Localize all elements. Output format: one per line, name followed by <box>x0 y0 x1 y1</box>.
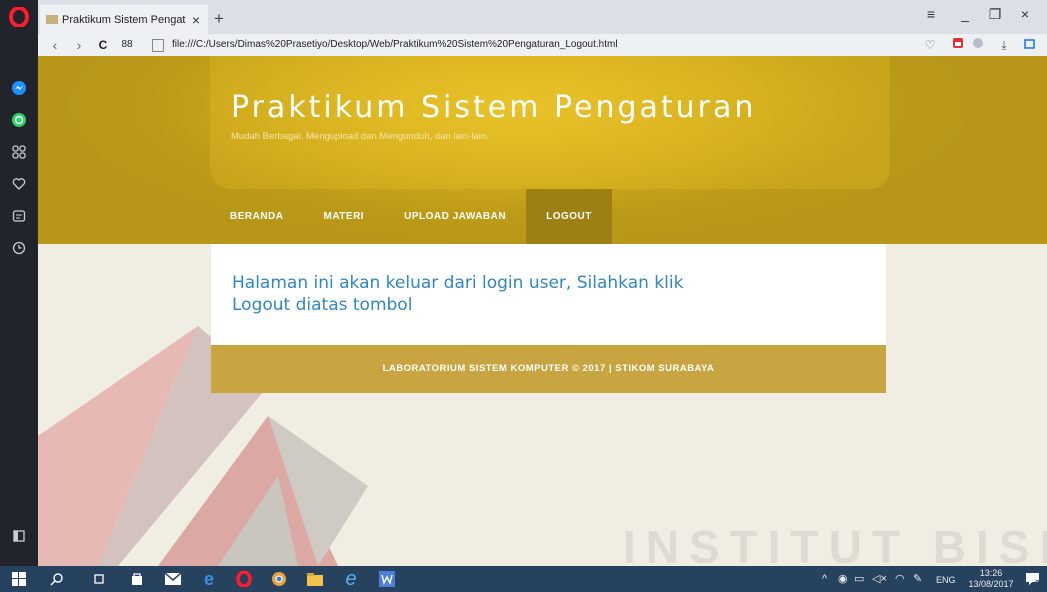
web-page: Praktikum Sistem Pengaturan Mudah Berbag… <box>38 56 1047 566</box>
restore-icon[interactable]: ❐ <box>982 6 1008 23</box>
new-tab-icon[interactable]: + <box>209 9 229 29</box>
tray-network-icon[interactable]: ◉ <box>838 572 848 586</box>
taskbar-clock[interactable]: 13:26 13/08/2017 <box>967 568 1015 590</box>
tab-active[interactable]: Praktikum Sistem Pengatu × <box>40 5 208 34</box>
clock-time: 13:26 <box>979 568 1003 578</box>
tray-language[interactable]: ENG <box>936 573 956 587</box>
download-icon[interactable]: ⤓ <box>996 37 1012 53</box>
heart-icon[interactable] <box>9 174 29 194</box>
search-icon[interactable] <box>48 570 66 588</box>
file-explorer-icon[interactable] <box>306 570 324 588</box>
extension-icon[interactable] <box>950 37 966 53</box>
site-header: Praktikum Sistem Pengaturan Mudah Berbag… <box>38 56 1047 244</box>
forward-icon[interactable]: › <box>70 37 88 53</box>
store-icon[interactable] <box>128 570 146 588</box>
sidebar-toggle-icon[interactable] <box>9 526 29 546</box>
speed-dial-button-icon[interactable]: 88 <box>118 37 136 53</box>
site-title: Praktikum Sistem Pengaturan <box>231 90 757 125</box>
tab-title: Praktikum Sistem Pengatu <box>62 13 186 26</box>
opera-sidebar <box>0 0 38 566</box>
history-icon[interactable] <box>9 238 29 258</box>
back-icon[interactable]: ‹ <box>46 37 64 53</box>
watermark-text: INSTITUT BISNIS <box>623 521 1047 566</box>
site-footer: LABORATORIUM SISTEM KOMPUTER © 2017 | ST… <box>211 345 886 393</box>
tab-menu-icon[interactable]: ≡ <box>918 6 944 22</box>
task-view-icon[interactable] <box>90 570 108 588</box>
vpn-globe-icon[interactable] <box>970 37 986 53</box>
svg-text:2: 2 <box>1035 579 1040 588</box>
reload-icon[interactable]: C <box>94 37 112 53</box>
nav-upload-jawaban[interactable]: UPLOAD JAWABAN <box>384 189 526 244</box>
whatsapp-icon[interactable] <box>9 110 29 130</box>
address-bar-row: ‹ › C 88 file:///C:/Users/Dimas%20Praset… <box>38 34 1047 56</box>
edge-icon[interactable]: e <box>200 569 218 589</box>
internet-explorer-icon[interactable]: e <box>342 568 360 590</box>
logout-message: Halaman ini akan keluar dari login user,… <box>232 273 684 315</box>
chrome-icon[interactable] <box>270 570 288 588</box>
tray-wifi-icon[interactable]: ◠ <box>895 572 905 586</box>
speed-dial-icon[interactable] <box>9 142 29 162</box>
windows-start-icon[interactable] <box>10 570 28 588</box>
mail-icon[interactable] <box>164 570 182 588</box>
bookmark-heart-icon[interactable]: ♡ <box>922 37 938 53</box>
site-nav: BERANDA MATERI UPLOAD JAWABAN LOGOUT <box>210 189 612 244</box>
messenger-icon[interactable] <box>9 78 29 98</box>
tab-strip: Praktikum Sistem Pengatu × + ≡ _ ❐ × <box>38 0 1047 34</box>
nav-logout[interactable]: LOGOUT <box>526 189 612 244</box>
battery-saver-icon[interactable] <box>1022 37 1038 53</box>
tab-close-icon[interactable]: × <box>190 12 202 28</box>
minimize-icon[interactable]: _ <box>952 6 978 22</box>
site-subtitle: Mudah Berbagai, Mengupload dan Mengunduh… <box>231 131 489 142</box>
url-text: file:///C:/Users/Dimas%20Prasetiyo/Deskt… <box>172 39 618 50</box>
close-icon[interactable]: × <box>1012 6 1038 22</box>
news-icon[interactable] <box>9 206 29 226</box>
word-icon[interactable] <box>378 570 396 588</box>
nav-materi[interactable]: MATERI <box>304 189 385 244</box>
clock-date: 13/08/2017 <box>968 579 1014 589</box>
address-bar[interactable]: file:///C:/Users/Dimas%20Prasetiyo/Deskt… <box>152 36 732 54</box>
tray-battery-icon[interactable]: ▭ <box>854 572 864 586</box>
opera-taskbar-icon[interactable] <box>235 570 253 588</box>
nav-beranda[interactable]: BERANDA <box>210 189 304 244</box>
page-icon <box>152 38 164 52</box>
message-box: Halaman ini akan keluar dari login user,… <box>211 244 886 345</box>
tray-pen-icon[interactable]: ✎ <box>913 572 922 586</box>
windows-taskbar: e e ^ ◉ ▭ ◁× ◠ ✎ ENG 13:26 13/08/2017 2 <box>0 566 1047 592</box>
opera-logo-icon[interactable] <box>9 6 29 28</box>
tray-chevron-icon[interactable]: ^ <box>822 572 827 586</box>
tray-volume-icon[interactable]: ◁× <box>872 572 887 586</box>
favicon-icon <box>46 15 58 24</box>
notification-center-icon[interactable]: 2 <box>1024 570 1042 588</box>
